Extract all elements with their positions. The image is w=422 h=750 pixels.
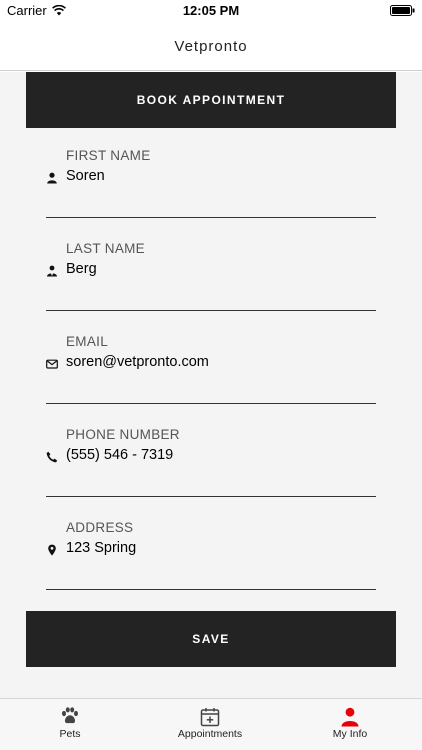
person-icon [341, 707, 359, 727]
clock-label: 12:05 PM [182, 3, 240, 18]
person-tie-icon [47, 265, 57, 277]
tab-appointments[interactable]: Appointments [160, 699, 260, 750]
save-button[interactable]: SAVE [26, 611, 396, 667]
tab-my-info-label: My Info [332, 728, 368, 740]
tab-pets[interactable]: Pets [20, 699, 120, 750]
battery-icon [390, 5, 415, 16]
email-label: EMAIL [66, 334, 109, 349]
phone-number-input[interactable] [66, 447, 366, 463]
first-name-label: FIRST NAME [66, 148, 151, 163]
tab-bar: Pets Appointments My Info [0, 698, 422, 750]
calendar-add-icon [200, 708, 220, 727]
person-icon [47, 172, 57, 184]
last-name-input[interactable] [66, 261, 366, 277]
envelope-icon [46, 359, 58, 369]
tab-pets-label: Pets [59, 728, 81, 740]
email-input[interactable] [66, 354, 366, 370]
phone-number-label: PHONE NUMBER [66, 427, 180, 442]
tab-appointments-label: Appointments [177, 728, 243, 740]
my-info-form[interactable]: BOOK APPOINTMENT FIRST NAME LAST NAME EM… [0, 72, 422, 698]
phone-icon [46, 451, 58, 463]
map-pin-icon [48, 544, 56, 556]
address-field[interactable]: ADDRESS [46, 520, 376, 590]
last-name-field[interactable]: LAST NAME [46, 241, 376, 311]
first-name-field[interactable]: FIRST NAME [46, 148, 376, 218]
address-input[interactable] [66, 540, 366, 556]
page-title: Vetpronto [174, 38, 248, 55]
last-name-label: LAST NAME [66, 241, 145, 256]
navigation-bar: Vetpronto [0, 22, 422, 71]
phone-number-field[interactable]: PHONE NUMBER [46, 427, 376, 497]
email-field[interactable]: EMAIL [46, 334, 376, 404]
paw-icon [62, 707, 78, 724]
status-bar: Carrier 12:05 PM [0, 0, 422, 22]
tab-my-info[interactable]: My Info [300, 699, 400, 750]
first-name-input[interactable] [66, 168, 366, 184]
book-appointment-button[interactable]: BOOK APPOINTMENT [26, 72, 396, 128]
address-label: ADDRESS [66, 520, 134, 535]
